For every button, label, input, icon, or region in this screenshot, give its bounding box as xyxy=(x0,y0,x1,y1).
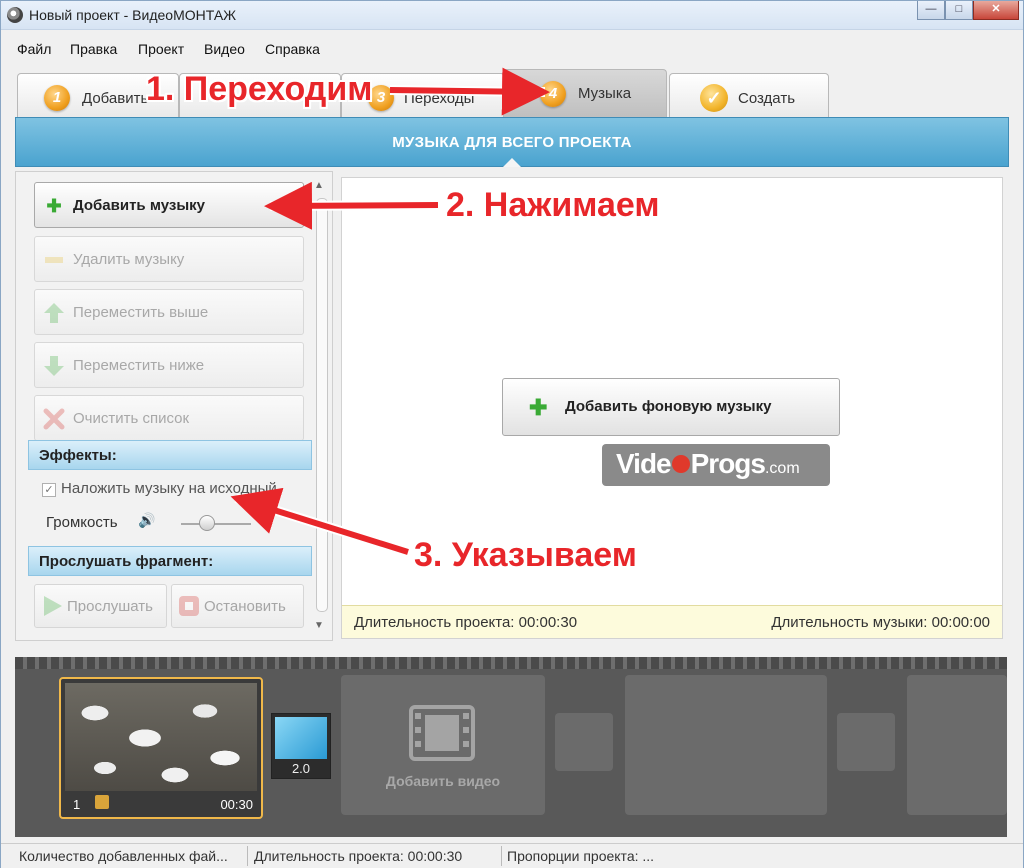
arrow-to-add-music xyxy=(264,181,439,230)
annotation-arrows xyxy=(230,67,550,557)
annotation-step-3: 3. Указываем xyxy=(414,536,637,574)
annotation-step-2: 2. Нажимаем xyxy=(446,186,660,224)
annotation-step-1: 1. Переходим xyxy=(146,70,373,108)
arrow-to-music-tab xyxy=(389,67,550,116)
arrow-to-volume xyxy=(230,487,409,555)
